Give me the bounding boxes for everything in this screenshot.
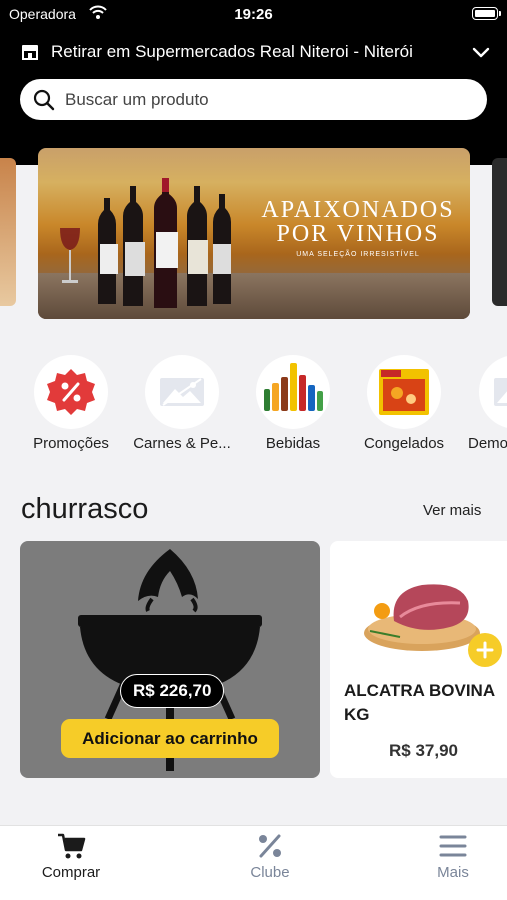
search-icon (33, 89, 55, 110)
search-input[interactable] (65, 89, 445, 110)
category-bebidas[interactable]: Bebidas (237, 355, 349, 452)
category-label: Congelados (363, 435, 445, 452)
featured-price: R$ 226,70 (120, 674, 225, 708)
banner-carousel[interactable]: APAIXONADOS POR VINHOS UMA SELEÇÃO IRRES… (0, 148, 507, 323)
banner-headline: APAIXONADOS POR VINHOS (258, 198, 458, 246)
frozen-box-icon (379, 369, 429, 415)
menu-icon (439, 835, 467, 857)
header-area: Operadora 19:26 Retirar em Supermercados… (0, 0, 507, 165)
plus-icon (476, 641, 494, 659)
product-price: R$ 37,90 (389, 741, 458, 760)
image-placeholder-icon (494, 378, 507, 406)
category-label: Demo (468, 435, 507, 452)
tab-mais[interactable]: Mais (393, 832, 507, 881)
see-more-link[interactable]: Ver mais (423, 502, 481, 519)
tab-label: Mais (437, 864, 469, 881)
product-card[interactable]: ALCATRA BOVINA KG R$ 37,90 (330, 541, 507, 778)
bottles-icon (264, 363, 323, 411)
category-carousel[interactable]: Promoções Carnes & Pe... Bebidas Congela… (0, 355, 507, 455)
store-selector[interactable]: Retirar em Supermercados Real Niteroi - … (20, 40, 490, 64)
add-product-button[interactable] (468, 633, 502, 667)
wine-bottles-image (60, 178, 231, 308)
bottom-tab-bar: Comprar Clube Mais (0, 825, 507, 900)
section-title: churrasco (21, 493, 149, 525)
featured-product-card[interactable]: R$ 226,70 Adicionar ao carrinho (20, 541, 320, 778)
store-icon (22, 45, 38, 60)
store-label: Retirar em Supermercados Real Niteroi - … (51, 42, 413, 61)
image-placeholder-icon (160, 378, 204, 406)
category-congelados[interactable]: Congelados (348, 355, 460, 452)
tab-label: Clube (250, 864, 290, 881)
category-image (145, 355, 219, 429)
battery-icon (472, 7, 501, 20)
tab-comprar[interactable]: Comprar (11, 832, 131, 881)
category-label: Carnes & Pe... (133, 435, 231, 452)
clock: 19:26 (234, 6, 273, 23)
search-bar[interactable] (20, 79, 487, 120)
banner-headline-line2: POR VINHOS (276, 221, 440, 247)
category-image (34, 355, 108, 429)
banner-prev-peek[interactable] (0, 158, 16, 306)
product-name: ALCATRA BOVINA KG (344, 681, 495, 724)
status-bar: Operadora 19:26 (0, 0, 507, 30)
banner-headline-line1: APAIXONADOS (261, 197, 455, 223)
category-promocoes[interactable]: Promoções (15, 355, 127, 452)
category-label: Promoções (33, 435, 109, 452)
banner-subline: UMA SELEÇÃO IRRESISTÍVEL (296, 251, 420, 258)
cart-icon (58, 833, 86, 859)
percent-badge-icon (47, 369, 95, 415)
category-image (367, 355, 441, 429)
wine-banner[interactable]: APAIXONADOS POR VINHOS UMA SELEÇÃO IRRES… (38, 148, 470, 319)
category-image (479, 355, 507, 429)
category-demo[interactable]: Demo (459, 355, 507, 452)
percent-icon (259, 834, 281, 858)
tab-label: Comprar (41, 864, 101, 881)
banner-next-peek[interactable] (492, 158, 507, 306)
chevron-down-icon (472, 47, 490, 58)
tab-clube[interactable]: Clube (210, 832, 330, 881)
add-to-cart-button[interactable]: Adicionar ao carrinho (61, 719, 279, 758)
category-carnes[interactable]: Carnes & Pe... (126, 355, 238, 452)
category-image (256, 355, 330, 429)
category-label: Bebidas (265, 435, 321, 452)
